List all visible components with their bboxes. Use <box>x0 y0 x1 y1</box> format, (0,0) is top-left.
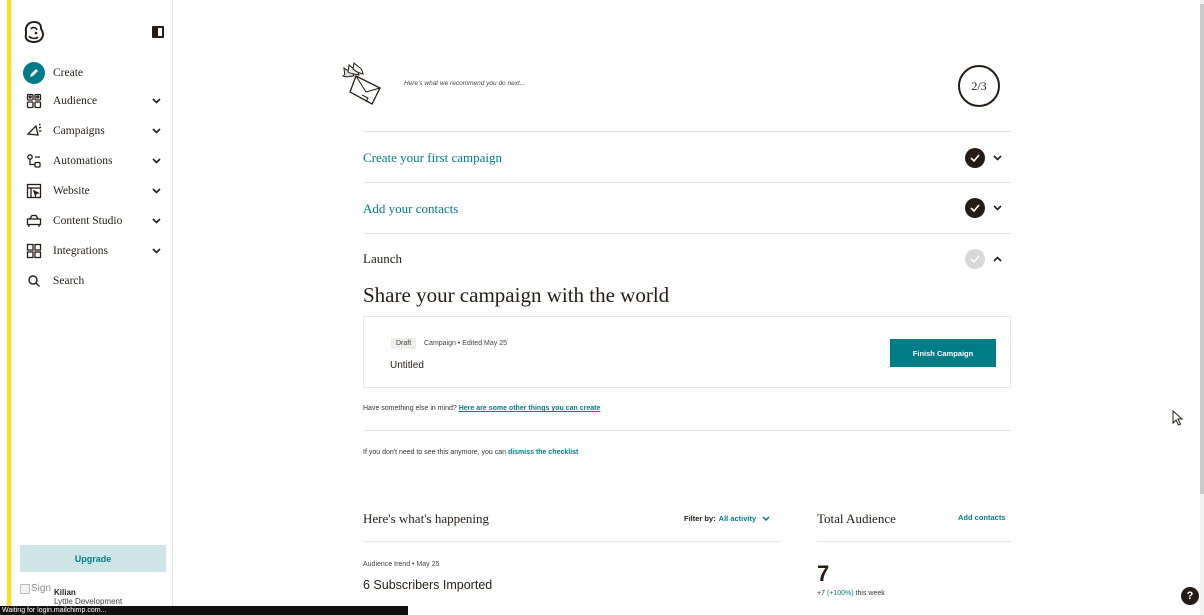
sidebar-item-label: Content Studio <box>53 215 123 227</box>
sidebar-item-label: Campaigns <box>53 125 105 137</box>
sidebar-item-audience[interactable]: Audience <box>11 86 173 116</box>
user-info: Kilian Lyttle Development <box>54 583 122 606</box>
checklist-progress: 2/3 <box>958 65 1000 107</box>
content-studio-icon <box>25 212 43 230</box>
dismiss-checklist-link[interactable]: dismiss the checklist <box>508 449 578 456</box>
user-name: Kilian <box>54 588 76 597</box>
audience-icon <box>25 92 43 110</box>
filter-value: All activity <box>718 514 757 523</box>
trend-title: 6 Subscribers Imported <box>363 578 493 592</box>
recommend-text: Here's what we recommend you do next... <box>404 80 526 87</box>
sidebar-item-label: Audience <box>53 95 98 107</box>
integrations-icon <box>25 242 43 260</box>
chevron-down-icon <box>762 516 770 521</box>
check-complete-icon <box>965 198 985 218</box>
browser-status-bar: Waiting for login.mailchimp.com... <box>0 606 408 615</box>
other-things-link[interactable]: Here are some other things you can creat… <box>459 405 601 412</box>
avatar: Sign <box>20 583 56 594</box>
chevron-down-icon[interactable] <box>149 248 163 254</box>
sidebar-item-create[interactable]: Create <box>11 60 173 86</box>
other-things-line: Have something else in mind? Here are so… <box>363 405 600 412</box>
divider <box>363 541 781 542</box>
week-suffix: this week <box>855 590 885 597</box>
divider <box>363 182 1011 183</box>
chevron-down-icon[interactable] <box>149 98 163 104</box>
total-audience-title: Total Audience <box>817 511 896 526</box>
chevron-down-icon[interactable] <box>992 203 1002 213</box>
user-account[interactable]: Sign Kilian Lyttle Development <box>20 583 122 606</box>
megaphone-icon <box>25 122 43 140</box>
help-button[interactable]: ? <box>1181 587 1199 605</box>
check-pending-icon <box>965 249 985 269</box>
draft-meta: Campaign • Edited May 25 <box>424 340 507 347</box>
divider <box>363 131 1011 132</box>
check-complete-icon <box>965 148 985 168</box>
other-prefix: Have something else in mind? <box>363 405 457 412</box>
avatar-alt-text: Sign <box>31 583 52 594</box>
sidebar-item-integrations[interactable]: Integrations <box>11 236 173 266</box>
chevron-down-icon[interactable] <box>149 218 163 224</box>
sidebar-item-automations[interactable]: Automations <box>11 146 173 176</box>
dismiss-prefix: If you don't need to see this anymore, y… <box>363 449 506 456</box>
sidebar-nav: Create Audience Campaigns Automations We… <box>11 60 173 296</box>
trend-meta: Audience trend • May 25 <box>363 561 440 568</box>
mouse-cursor-icon <box>1172 410 1184 426</box>
chevron-down-icon[interactable] <box>149 188 163 194</box>
pencil-icon <box>23 62 45 84</box>
audience-count: 7 <box>817 561 830 586</box>
website-icon <box>25 182 43 200</box>
step-add-contacts[interactable]: Add your contacts <box>363 201 458 217</box>
upgrade-button[interactable]: Upgrade <box>20 545 166 572</box>
chevron-down-icon[interactable] <box>149 128 163 134</box>
add-contacts-link[interactable]: Add contacts <box>958 513 1006 522</box>
broken-image-icon <box>20 583 30 594</box>
step-create-campaign[interactable]: Create your first campaign <box>363 150 502 166</box>
sidebar-item-content-studio[interactable]: Content Studio <box>11 206 173 236</box>
sidebar: Create Audience Campaigns Automations We… <box>11 0 173 615</box>
sidebar-collapse-icon[interactable] <box>152 26 164 38</box>
draft-title[interactable]: Untitled <box>390 360 424 371</box>
chevron-down-icon[interactable] <box>992 153 1002 163</box>
scrollbar-thumb[interactable] <box>1200 4 1204 494</box>
search-icon <box>25 272 43 290</box>
draft-campaign-card: Draft Campaign • Edited May 25 Untitled … <box>363 316 1011 388</box>
audience-week-change: +7 (+100%) this week <box>817 590 885 597</box>
launch-heading: Share your campaign with the world <box>363 283 670 307</box>
chevron-up-icon[interactable] <box>992 254 1002 264</box>
divider <box>363 430 1011 431</box>
sidebar-item-label: Integrations <box>53 245 108 257</box>
user-org: Lyttle Development <box>54 597 123 606</box>
chevron-down-icon[interactable] <box>149 158 163 164</box>
week-percent: (+100%) <box>826 590 854 597</box>
week-delta: +7 <box>817 590 825 597</box>
sidebar-item-label: Automations <box>53 155 113 167</box>
step-launch[interactable]: Launch <box>363 251 402 267</box>
status-badge: Draft <box>391 338 417 349</box>
sidebar-item-label: Website <box>53 185 90 197</box>
mailchimp-logo-icon[interactable] <box>23 20 45 44</box>
sidebar-item-label: Create <box>53 67 84 79</box>
activity-filter[interactable]: Filter by: All activity <box>684 514 770 523</box>
dismiss-line: If you don't need to see this anymore, y… <box>363 449 578 456</box>
sidebar-item-search[interactable]: Search <box>11 266 173 296</box>
winged-envelope-illustration-icon <box>341 62 381 105</box>
finish-campaign-button[interactable]: Finish Campaign <box>890 339 996 367</box>
divider <box>363 233 1011 234</box>
happening-title: Here's what's happening <box>363 511 489 526</box>
filter-label: Filter by: <box>684 514 716 523</box>
automations-icon <box>25 152 43 170</box>
sidebar-item-campaigns[interactable]: Campaigns <box>11 116 173 146</box>
sidebar-item-label: Search <box>53 275 85 287</box>
divider <box>817 541 1011 542</box>
sidebar-item-website[interactable]: Website <box>11 176 173 206</box>
